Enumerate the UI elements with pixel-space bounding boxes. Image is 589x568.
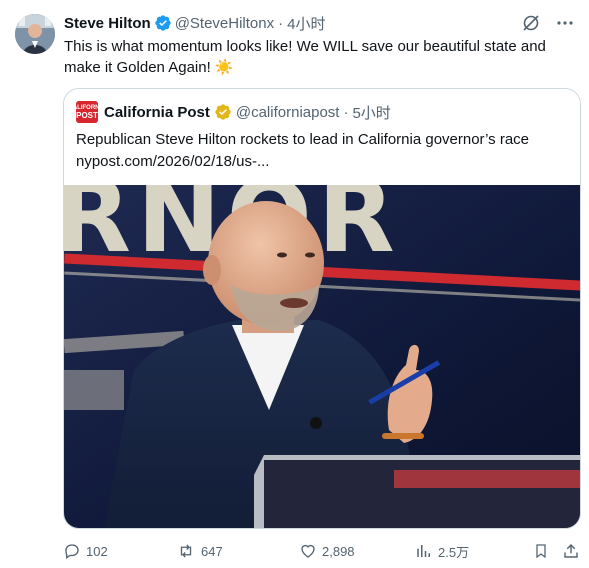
quoted-post-header: CALIFORNIA POST California Post @califor… <box>69 101 391 123</box>
repost-count: 647 <box>201 543 223 559</box>
reply-icon <box>63 542 81 560</box>
quoted-headline: Republican Steve Hilton rockets to lead … <box>76 131 530 148</box>
quoted-separator-dot: · <box>343 103 349 121</box>
reply-count: 102 <box>86 543 108 559</box>
gold-verified-badge-icon <box>214 103 232 121</box>
more-icon[interactable] <box>555 13 575 33</box>
tweet-top-actions <box>521 13 575 33</box>
views-count: 2.5万 <box>438 544 470 560</box>
quoted-link[interactable]: nypost.com/2026/02/18/us-... <box>76 151 571 173</box>
heart-icon <box>299 542 317 560</box>
verified-badge-icon <box>154 14 172 32</box>
quoted-time[interactable]: 5小时 <box>352 102 390 123</box>
author-avatar[interactable] <box>15 14 55 54</box>
tweet-time[interactable]: 4小时 <box>287 13 325 34</box>
repost-button[interactable]: 647 <box>176 540 223 562</box>
logo-line-2: POST <box>76 110 98 120</box>
views-button[interactable]: 2.5万 <box>415 540 469 562</box>
share-icon <box>562 542 580 560</box>
views-icon <box>415 542 433 560</box>
quoted-author-name[interactable]: California Post <box>104 104 210 121</box>
tweet-header: Steve Hilton @SteveHiltonx · 4小时 <box>64 13 325 33</box>
author-name[interactable]: Steve Hilton <box>64 15 151 32</box>
like-count: 2,898 <box>322 543 355 559</box>
quoted-author-handle[interactable]: @californiapost <box>236 104 340 121</box>
reply-button[interactable]: 102 <box>63 540 108 562</box>
quoted-post[interactable]: CALIFORNIA POST California Post @califor… <box>63 88 581 529</box>
tweet-text: This is what momentum looks like! We WIL… <box>64 38 546 76</box>
bookmark-icon <box>533 542 549 560</box>
california-post-logo[interactable]: CALIFORNIA POST <box>69 101 106 123</box>
repost-icon <box>176 542 196 560</box>
grok-icon[interactable] <box>521 13 541 33</box>
bookmark-button[interactable] <box>533 540 549 562</box>
quoted-post-image[interactable]: RNOR <box>64 158 580 528</box>
share-button[interactable] <box>562 540 580 562</box>
tweet-action-bar: 102 647 2,898 2.5万 <box>63 540 583 562</box>
quoted-post-text: Republican Steve Hilton rockets to lead … <box>76 129 571 173</box>
separator-dot: · <box>278 14 284 32</box>
like-button[interactable]: 2,898 <box>299 540 355 562</box>
author-handle[interactable]: @SteveHiltonx <box>175 15 274 32</box>
